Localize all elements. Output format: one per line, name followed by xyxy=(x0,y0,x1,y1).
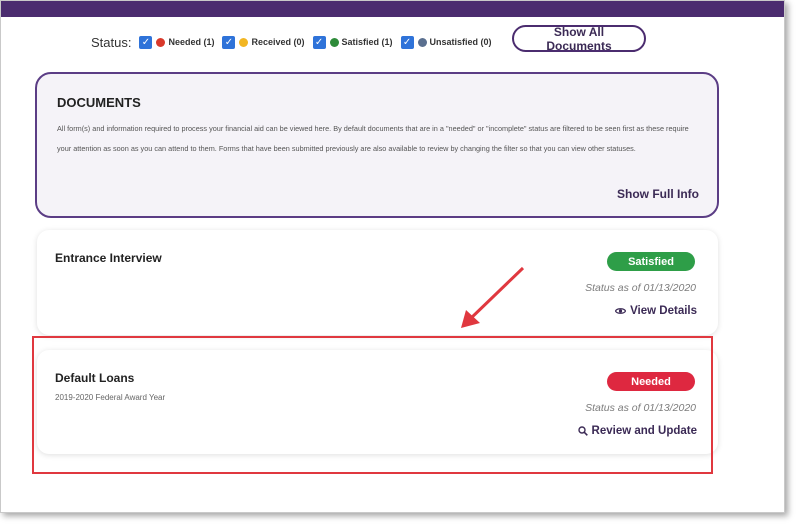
view-details-link[interactable]: View Details xyxy=(615,305,697,317)
eye-icon xyxy=(615,307,627,315)
satisfied-filter-label: Satisfied (1) xyxy=(341,37,393,47)
documents-title: DOCUMENTS xyxy=(57,95,141,110)
needed-dot-icon xyxy=(156,37,166,47)
unsatisfied-checkbox[interactable]: ✓ xyxy=(400,35,414,49)
needed-checkbox[interactable]: ✓ xyxy=(139,35,153,49)
received-filter-label: Received (0) xyxy=(251,37,305,47)
document-title: Entrance Interview xyxy=(55,251,162,265)
annotation-arrow-icon xyxy=(461,266,525,328)
show-all-documents-button[interactable]: Show All Documents xyxy=(512,25,646,53)
show-full-info-link[interactable]: Show Full Info xyxy=(617,187,699,201)
view-details-label: View Details xyxy=(630,305,697,317)
app-window: Status: ✓ Needed (1) ✓ Received (0) ✓ Sa… xyxy=(0,0,785,513)
received-dot-icon xyxy=(239,37,249,47)
needed-filter-label: Needed (1) xyxy=(168,37,215,47)
received-checkbox[interactable]: ✓ xyxy=(222,35,236,49)
status-badge: Satisfied xyxy=(607,252,695,271)
status-filter-bar: Status: ✓ Needed (1) ✓ Received (0) ✓ Sa… xyxy=(91,32,498,52)
unsatisfied-dot-icon xyxy=(417,37,427,47)
status-filter-label: Status: xyxy=(91,34,132,50)
status-date: Status as of 01/13/2020 xyxy=(585,282,696,294)
satisfied-dot-icon xyxy=(329,37,339,47)
annotation-highlight-box xyxy=(32,336,713,474)
documents-description: All form(s) and information required to … xyxy=(57,124,689,153)
top-nav-bar xyxy=(1,1,784,17)
documents-info-card: DOCUMENTS All form(s) and information re… xyxy=(35,72,719,218)
satisfied-checkbox[interactable]: ✓ xyxy=(312,35,326,49)
document-card-entrance-interview: Entrance Interview Satisfied Status as o… xyxy=(37,230,718,335)
unsatisfied-filter-label: Unsatisfied (0) xyxy=(429,37,492,47)
